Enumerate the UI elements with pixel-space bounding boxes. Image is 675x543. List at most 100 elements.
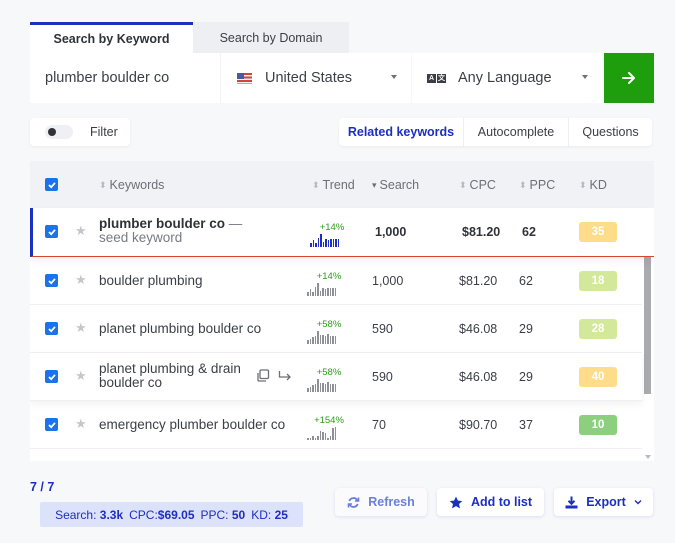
ppc-value: 62: [519, 274, 533, 288]
star-icon[interactable]: ★: [75, 320, 87, 336]
row-checkbox[interactable]: [45, 322, 58, 335]
star-icon[interactable]: ★: [75, 368, 87, 384]
search-volume: 1,000: [372, 274, 404, 288]
sparkline-bar: [322, 288, 324, 296]
sparkline-bar: [309, 289, 311, 296]
sparkline-bar: [329, 336, 331, 344]
sparkline-bar: [307, 438, 309, 440]
table-row[interactable]: ★ boulder plumbing +14% 1,000 $81.20 62 …: [30, 257, 642, 305]
kd-badge: 35: [579, 222, 617, 242]
sparkline-bar: [320, 234, 322, 247]
sparkline-bar: [332, 428, 334, 440]
sparkline-bar: [317, 331, 319, 344]
summary-search: 3.3k: [99, 507, 124, 522]
cpc-value: $90.70: [459, 418, 498, 432]
sparkline-bar: [319, 431, 321, 440]
sparkline-bar: [314, 287, 316, 296]
scrollbar-thumb[interactable]: [644, 256, 651, 394]
star-icon[interactable]: ★: [75, 223, 87, 239]
us-flag-icon: [237, 72, 252, 84]
sparkline-bar: [325, 239, 327, 247]
column-header-kd[interactable]: ⬍ KD: [579, 178, 607, 192]
results-count: 7 / 7: [30, 480, 55, 494]
keyword-input[interactable]: [30, 53, 220, 103]
cpc-value: $46.08: [459, 370, 498, 384]
search-volume: 590: [372, 322, 393, 336]
sparkline-bar: [334, 384, 336, 392]
check-icon: [47, 373, 56, 381]
arrow-right-icon: [622, 72, 635, 84]
column-header-ppc[interactable]: ⬍ PPC: [519, 178, 555, 192]
table-scrollbar[interactable]: [642, 256, 654, 461]
table-row[interactable]: ★ planet plumbing & drain boulder co +58…: [30, 353, 642, 401]
toggle-switch[interactable]: [45, 125, 73, 139]
chevron-down-icon: [634, 500, 642, 505]
keyword-text: boulder plumbing: [99, 273, 203, 288]
summary-cpc: $69.05: [157, 507, 195, 522]
refresh-button[interactable]: Refresh: [335, 488, 427, 516]
cpc-value: $46.08: [459, 322, 498, 336]
sparkline-bar: [324, 384, 326, 392]
summary-bar: Search: 3.3k CPC:$69.05 PPC: 50 KD: 25: [40, 502, 303, 527]
sparkline-bar: [322, 432, 324, 440]
sparkline-bar: [324, 336, 326, 344]
kd-badge: 40: [579, 367, 617, 387]
sparkline-bar: [335, 239, 337, 247]
sparkline-bar: [327, 334, 329, 344]
ppc-value: 29: [519, 370, 533, 384]
sparkline-bar: [307, 292, 309, 296]
row-checkbox[interactable]: [45, 225, 58, 238]
select-all-checkbox[interactable]: [45, 178, 58, 191]
tab-search-by-keyword[interactable]: Search by Keyword: [30, 22, 193, 53]
row-checkbox[interactable]: [45, 370, 58, 383]
column-header-keywords[interactable]: ⬍ Keywords: [99, 178, 164, 192]
table-header: ⬍ Keywords ⬍ Trend ▾ Search ⬍ CPC ⬍ PPC ⬍ KD: [30, 161, 654, 208]
sparkline-bar: [312, 292, 314, 296]
column-header-search[interactable]: ▾ Search: [372, 178, 419, 192]
copy-icon[interactable]: [256, 369, 270, 382]
filter-toggle[interactable]: Filter: [30, 118, 130, 146]
tab-autocomplete[interactable]: Autocomplete: [463, 118, 568, 146]
country-select[interactable]: United States: [221, 53, 411, 103]
row-checkbox[interactable]: [45, 274, 58, 287]
search-submit-button[interactable]: [604, 53, 654, 103]
ppc-value: 37: [519, 418, 533, 432]
sparkline-bar: [332, 288, 334, 296]
cpc-value: $81.20: [459, 274, 498, 288]
sort-icon: ⬍: [459, 179, 467, 190]
sparkline-bar: [324, 289, 326, 296]
sparkline-bar: [332, 336, 334, 344]
tab-related-keywords[interactable]: Related keywords: [339, 118, 463, 146]
language-select[interactable]: A 文 Any Language: [412, 53, 602, 103]
sparkline-bar: [307, 340, 309, 344]
search-bar: United States A 文 Any Language: [30, 53, 654, 103]
table-row[interactable]: ★ planet plumbing boulder co +58% 590 $4…: [30, 305, 642, 353]
language-label: Any Language: [458, 70, 552, 86]
sparkline-bar: [309, 438, 311, 440]
tab-questions[interactable]: Questions: [568, 118, 652, 146]
scroll-down-arrow-icon[interactable]: [645, 455, 651, 459]
table-row[interactable]: ★ emergency plumber boulder co +154% 70 …: [30, 401, 642, 449]
add-to-list-button[interactable]: Add to list: [437, 488, 544, 516]
export-button[interactable]: Export: [554, 488, 653, 516]
table-row-seed[interactable]: ★ plumber boulder co — seed keyword +14%…: [30, 208, 654, 257]
sparkline-bar: [312, 385, 314, 392]
star-icon: [449, 496, 463, 508]
chevron-down-icon: [391, 75, 397, 79]
column-header-cpc[interactable]: ⬍ CPC: [459, 178, 496, 192]
sparkline-bar: [315, 243, 317, 247]
tab-search-by-domain[interactable]: Search by Domain: [193, 22, 349, 53]
sparkline-bar: [314, 384, 316, 392]
star-icon[interactable]: ★: [75, 416, 87, 432]
sparkline-bar: [330, 239, 332, 247]
trend-sparkline: [307, 379, 336, 392]
sparkline-bar: [322, 383, 324, 392]
sparkline-bar: [327, 382, 329, 392]
sort-desc-icon: ▾: [372, 179, 377, 190]
star-icon[interactable]: ★: [75, 272, 87, 288]
summary-ppc: 50: [231, 507, 246, 522]
sort-icon: ⬍: [519, 179, 527, 190]
row-checkbox[interactable]: [45, 418, 58, 431]
open-icon[interactable]: [278, 369, 292, 382]
column-header-trend[interactable]: ⬍ Trend: [312, 178, 355, 192]
